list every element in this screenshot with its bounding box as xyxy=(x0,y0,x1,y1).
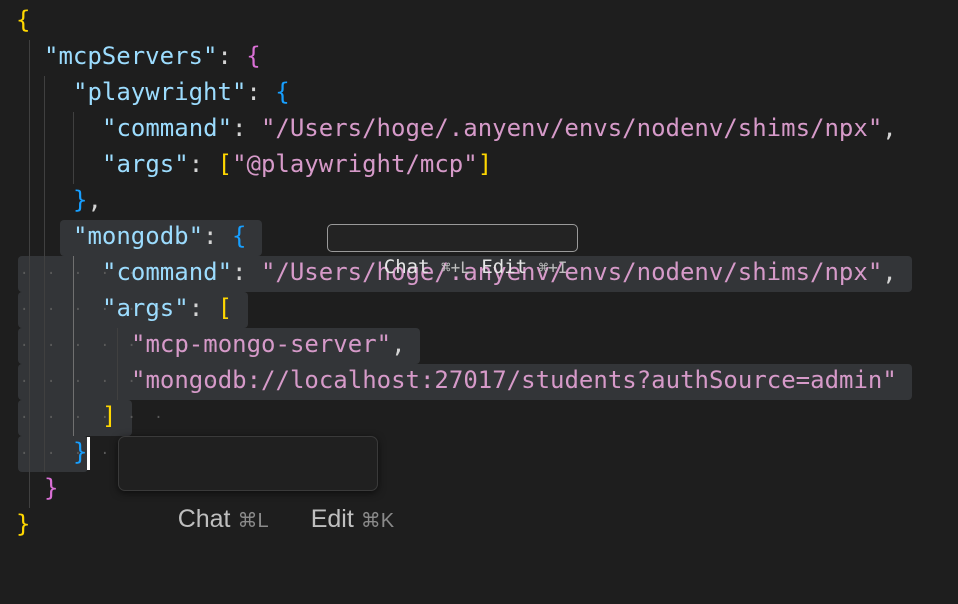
selection-action-popup: Chat ⌘L Edit ⌘K xyxy=(118,436,394,533)
code-line-11: "mongodb://localhost:27017/students?auth… xyxy=(131,366,897,394)
code-line-5: "args": ["@playwright/mcp"] xyxy=(102,150,493,178)
code-line-9: "args": [ xyxy=(102,294,233,322)
edit-button[interactable]: Edit ⌘K xyxy=(269,437,394,533)
code-line-15: } xyxy=(16,510,31,538)
edit-button-label: Edit xyxy=(310,505,354,533)
inline-chat-edit-hint[interactable]: Chat ⌘+L Edit ⌘+I xyxy=(327,224,579,278)
whitespace-markers: · · · · · · xyxy=(20,410,168,426)
text-cursor xyxy=(87,437,90,470)
code-line-10: "mcp-mongo-server", xyxy=(131,330,406,358)
code-line-12: ] xyxy=(102,402,117,430)
chat-button[interactable]: Chat ⌘L xyxy=(136,437,269,533)
code-line-7: "mongodb": { xyxy=(73,222,247,250)
chat-shortcut: ⌘L xyxy=(237,510,269,532)
chat-button-label: Chat xyxy=(177,505,231,533)
chip-chat-label[interactable]: Chat xyxy=(384,256,430,278)
edit-shortcut: ⌘K xyxy=(360,510,395,532)
code-line-2: "mcpServers": { xyxy=(44,42,261,70)
whitespace-markers: · · · · xyxy=(20,446,115,462)
code-line-6: }, xyxy=(73,186,102,214)
code-editor[interactable]: · · · · · · · · · · · · · · · · · · · · … xyxy=(0,0,958,560)
chip-edit-shortcut: ⌘+I xyxy=(538,258,568,277)
chip-chat-shortcut: ⌘+L xyxy=(440,258,470,277)
indent-guide xyxy=(73,112,74,184)
code-line-4: "command": "/Users/hoge/.anyenv/envs/nod… xyxy=(102,114,897,142)
code-line-13: } xyxy=(73,438,88,466)
code-line-14: } xyxy=(44,474,59,502)
code-line-3: "playwright": { xyxy=(73,78,290,106)
code-line-1: { xyxy=(16,6,31,34)
chip-edit-label[interactable]: Edit xyxy=(481,256,527,278)
